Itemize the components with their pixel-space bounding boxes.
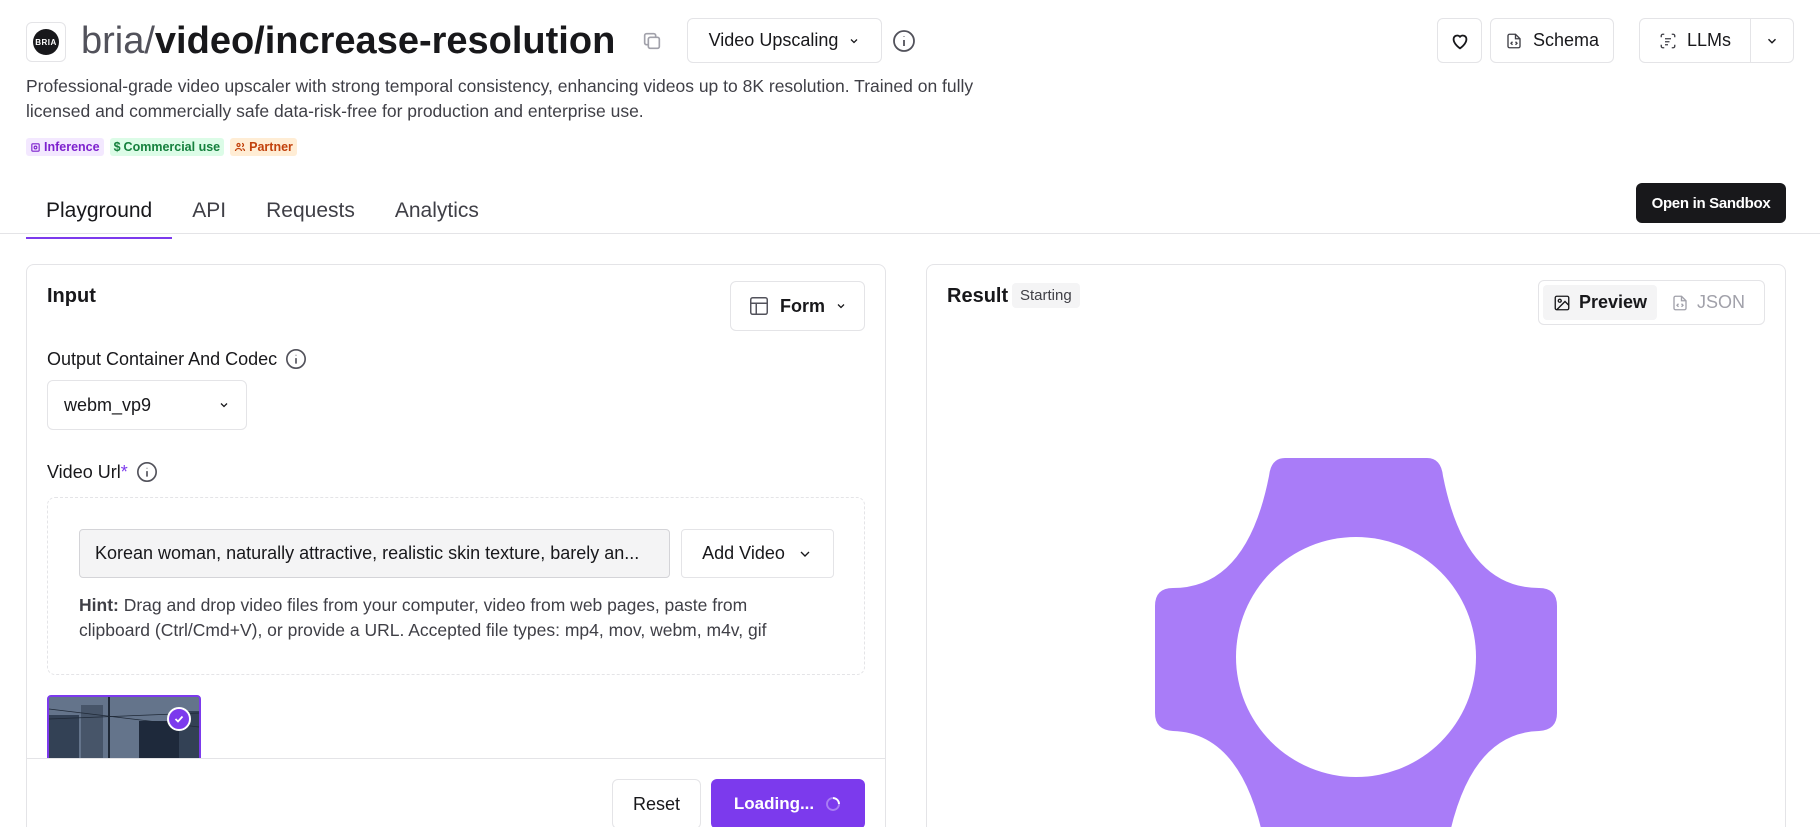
dollar-icon: $ — [113, 140, 121, 154]
file-code-icon — [1673, 295, 1687, 310]
badge-list: Inference $ Commercial use Partner — [26, 138, 297, 156]
title-owner: bria/ — [81, 20, 155, 62]
checkmark-icon — [167, 707, 191, 731]
page-title: bria/video/increase-resolution — [81, 18, 615, 64]
reset-button[interactable]: Reset — [612, 779, 701, 827]
llms-button-group: LLMs — [1639, 18, 1794, 63]
tab-analytics[interactable]: Analytics — [375, 187, 499, 239]
video-thumbnail[interactable] — [47, 695, 201, 765]
codec-select[interactable]: webm_vp9 — [47, 380, 247, 430]
category-dropdown[interactable]: Video Upscaling — [687, 18, 882, 63]
codec-field-label: Output Container And Codec — [47, 348, 307, 370]
text-scan-icon — [1660, 33, 1676, 48]
users-icon — [235, 142, 246, 152]
badge-partner: Partner — [230, 138, 297, 156]
file-code-icon — [1507, 33, 1521, 48]
upload-hint: Hint: Drag and drop video files from you… — [79, 595, 767, 640]
preview-tab[interactable]: Preview — [1543, 285, 1658, 320]
badge-commercial-use: $ Commercial use — [109, 138, 225, 156]
info-icon[interactable] — [136, 461, 158, 483]
llms-button[interactable]: LLMs — [1640, 19, 1751, 62]
info-icon[interactable] — [285, 348, 307, 370]
result-panel-title: Result — [947, 285, 1009, 307]
run-button[interactable]: Loading... — [711, 779, 865, 827]
title-path: video/increase-resolution — [154, 20, 616, 62]
input-panel: Input Form Output Container And Codec we… — [26, 264, 886, 827]
json-tab[interactable]: JSON — [1661, 285, 1755, 320]
result-panel: Result Starting Preview JSON — [926, 264, 1786, 827]
chevron-down-icon — [800, 551, 810, 557]
schema-button[interactable]: Schema — [1490, 18, 1614, 63]
input-panel-footer: Reset Loading... — [27, 758, 885, 827]
favorite-button[interactable] — [1437, 18, 1482, 63]
form-mode-dropdown[interactable]: Form — [730, 281, 865, 331]
input-panel-title: Input — [47, 285, 96, 307]
open-in-sandbox-button[interactable]: Open in Sandbox — [1636, 183, 1786, 223]
chevron-down-icon — [1767, 38, 1777, 44]
category-label: Video Upscaling — [708, 30, 839, 50]
chevron-down-icon — [837, 304, 845, 309]
required-marker: * — [120, 461, 128, 482]
tab-api[interactable]: API — [172, 187, 246, 239]
tab-playground[interactable]: Playground — [26, 187, 173, 239]
heart-icon — [1452, 34, 1467, 49]
add-video-button[interactable]: Add Video — [681, 529, 834, 578]
chevron-down-icon — [220, 403, 228, 408]
loading-shape-icon — [1155, 458, 1557, 827]
info-icon[interactable] — [892, 29, 916, 53]
badge-inference: Inference — [26, 138, 104, 156]
tab-divider — [0, 233, 1820, 234]
tab-bar: Playground API Requests Analytics — [26, 187, 499, 239]
inference-icon — [31, 142, 40, 152]
layout-icon — [750, 297, 768, 315]
page-header: BRIA bria/video/increase-resolution Vide… — [26, 18, 1794, 68]
chevron-down-icon — [850, 38, 858, 43]
model-logo: BRIA — [26, 22, 66, 62]
tab-requests[interactable]: Requests — [246, 187, 375, 239]
loading-spinner-icon — [826, 797, 841, 811]
llms-dropdown-toggle[interactable] — [1751, 19, 1793, 62]
image-icon — [1554, 295, 1570, 310]
view-toggle: Preview JSON — [1538, 280, 1765, 325]
video-url-input[interactable]: Korean woman, naturally attractive, real… — [79, 529, 670, 578]
video-url-field-label: Video Url* — [47, 461, 158, 483]
copy-icon[interactable] — [641, 30, 663, 52]
video-drop-zone[interactable]: Korean woman, naturally attractive, real… — [47, 497, 865, 675]
model-description: Professional-grade video upscaler with s… — [26, 76, 974, 121]
status-badge: Starting — [1012, 283, 1080, 308]
